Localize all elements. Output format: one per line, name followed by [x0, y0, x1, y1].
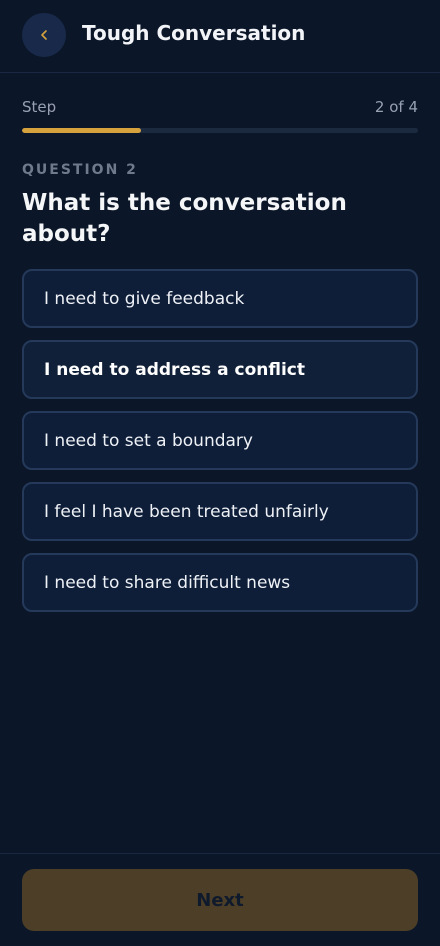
option-set-boundary[interactable]: I need to set a boundary	[22, 411, 418, 470]
answer-options: I need to give feedback I need to addres…	[22, 269, 418, 624]
chevron-left-icon	[39, 29, 49, 41]
option-give-feedback[interactable]: I need to give feedback	[22, 269, 418, 328]
step-count: 2 of 4	[374, 98, 418, 116]
progress-bar	[22, 128, 418, 133]
option-share-difficult-news[interactable]: I need to share difficult news	[22, 553, 418, 612]
header-bar: Tough Conversation	[0, 0, 440, 73]
step-label: Step	[22, 98, 57, 116]
question-number: QUESTION 2	[22, 162, 138, 178]
page-title: Tough Conversation	[82, 21, 306, 45]
app-screen: Tough Conversation Step 2 of 4 QUESTION …	[0, 0, 440, 946]
footer-bar: Next	[0, 853, 440, 946]
next-button[interactable]: Next	[22, 869, 418, 931]
question-title: What is the conversation about?	[22, 190, 347, 247]
back-button[interactable]	[22, 13, 66, 57]
progress-fill	[22, 128, 141, 133]
option-treated-unfairly[interactable]: I feel I have been treated unfairly	[22, 482, 418, 541]
option-address-conflict[interactable]: I need to address a conflict	[22, 340, 418, 399]
